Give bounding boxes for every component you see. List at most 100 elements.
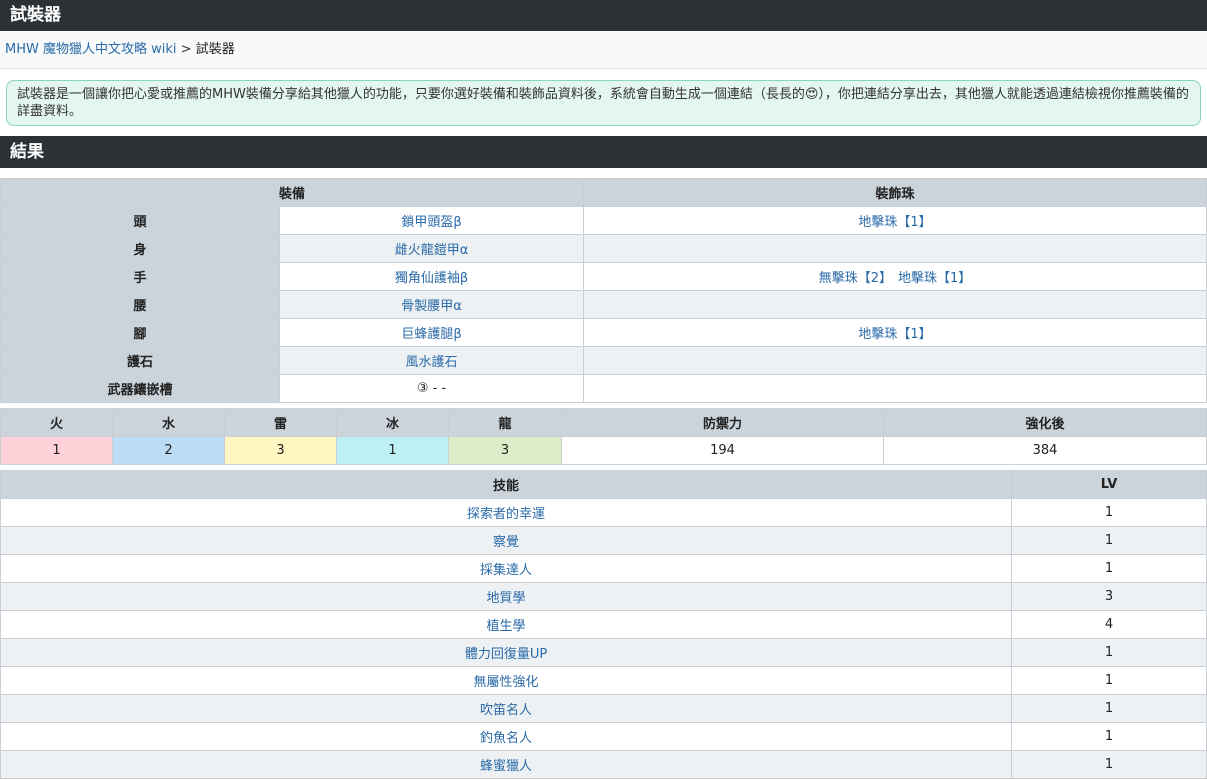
skill-row: 蜂蜜獵人 1 [0, 750, 1207, 779]
resistance-header: 水 [112, 408, 225, 437]
equipment-item-cell: 風水護石 [278, 346, 585, 375]
section-title-results: 結果 [0, 136, 1207, 168]
skill-name-cell: 釣魚名人 [0, 722, 1012, 751]
decoration-cell [583, 374, 1207, 403]
equipment-row: 身 雌火龍鎧甲α [0, 234, 1207, 263]
page-title: 試裝器 [0, 0, 1207, 31]
skill-level: 1 [1011, 554, 1207, 583]
skill-row: 地質學 3 [0, 582, 1207, 611]
skill-row: 吹笛名人 1 [0, 694, 1207, 723]
skill-row: 體力回復量UP 1 [0, 638, 1207, 667]
equipment-table: 裝備 裝飾珠 頭鎖甲頭盔β 地擊珠【1】身雌火龍鎧甲α 手獨角仙護袖β 無擊珠【2】地… [0, 178, 1207, 403]
breadcrumb-home-link[interactable]: MHW 魔物獵人中文攻略 wiki [5, 42, 177, 57]
skill-level: 3 [1011, 582, 1207, 611]
equipment-slot-label: 頭 [0, 206, 280, 235]
skill-level: 1 [1011, 750, 1207, 779]
resistance-value: 194 [561, 436, 884, 465]
skill-name-cell: 探索者的幸運 [0, 498, 1012, 527]
breadcrumb-separator: > [180, 42, 192, 57]
equipment-item-cell: 獨角仙護袖β [278, 262, 585, 291]
decoration-cell [583, 346, 1207, 375]
equipment-row: 腳 巨蜂護腿β 地擊珠【1】 [0, 318, 1207, 347]
equipment-row: 腰 骨製腰甲α [0, 290, 1207, 319]
equipment-item-link[interactable]: 風水護石 [406, 355, 458, 370]
decoration-cell [583, 290, 1207, 319]
equipment-slot-label: 手 [0, 262, 280, 291]
decoration-cell: 地擊珠【1】 [583, 206, 1207, 235]
equipment-slot-label: 護石 [0, 346, 280, 375]
skill-link[interactable]: 地質學 [486, 591, 525, 606]
equipment-item-cell: 鎖甲頭盔β [278, 206, 585, 235]
skill-link[interactable]: 無屬性強化 [473, 675, 538, 690]
skill-level: 1 [1011, 666, 1207, 695]
skill-link[interactable]: 採集達人 [480, 563, 532, 578]
resistance-header: 冰 [336, 408, 449, 437]
resistance-header: 火 [0, 408, 113, 437]
equipment-item-link[interactable]: 雌火龍鎧甲α [395, 243, 469, 258]
resistance-table: 火水雷冰龍防禦力 強化後 1 2 3 1 3 194 384 [0, 408, 1207, 465]
breadcrumb-current: 試裝器 [195, 42, 235, 57]
equipment-slot-label: 武器鑲嵌槽 [0, 374, 280, 403]
equipment-header: 裝備 [0, 178, 585, 207]
skill-name-cell: 採集達人 [0, 554, 1012, 583]
skill-link[interactable]: 蜂蜜獵人 [480, 759, 532, 774]
skill-row: 無屬性強化 1 [0, 666, 1207, 695]
skill-level: 1 [1011, 638, 1207, 667]
skill-row: 釣魚名人 1 [0, 722, 1207, 751]
equipment-item-link[interactable]: 鎖甲頭盔β [401, 215, 461, 230]
equipment-item-link[interactable]: 獨角仙護袖β [395, 271, 468, 286]
decoration-link[interactable]: 地擊珠【1】 [898, 271, 971, 286]
decoration-cell [583, 234, 1207, 263]
equipment-item-link[interactable]: 巨蜂護腿β [401, 327, 461, 342]
skill-link[interactable]: 吹笛名人 [480, 703, 532, 718]
skill-link[interactable]: 植生學 [486, 619, 525, 634]
skill-name-cell: 吹笛名人 [0, 694, 1012, 723]
decoration-link[interactable]: 地擊珠【1】 [858, 327, 931, 342]
decoration-link[interactable]: 地擊珠【1】 [858, 215, 931, 230]
skill-level: 1 [1011, 498, 1207, 527]
equipment-slot-label: 腰 [0, 290, 280, 319]
skill-name-cell: 蜂蜜獵人 [0, 750, 1012, 779]
resistance-header: 龍 [448, 408, 562, 437]
equipment-slot-label: 腳 [0, 318, 280, 347]
skill-row: 察覺 1 [0, 526, 1207, 555]
resistance-value: 384 [883, 436, 1207, 465]
equipment-slot-label: 身 [0, 234, 280, 263]
skill-name-cell: 地質學 [0, 582, 1012, 611]
decoration-cell: 無擊珠【2】 地擊珠【1】 [583, 262, 1207, 291]
skill-level: 1 [1011, 694, 1207, 723]
equipment-item-cell: ③ - - [278, 374, 585, 403]
equipment-row: 頭 鎖甲頭盔β 地擊珠【1】 [0, 206, 1207, 235]
decoration-header: 裝飾珠 [583, 178, 1207, 207]
equipment-item-cell: 雌火龍鎧甲α [278, 234, 585, 263]
skill-name-cell: 察覺 [0, 526, 1012, 555]
weapon-slot-value: ③ - - [416, 381, 447, 396]
skill-name-cell: 植生學 [0, 610, 1012, 639]
decoration-link[interactable]: 無擊珠【2】 [819, 271, 892, 286]
equipment-row: 手 獨角仙護袖β 無擊珠【2】 地擊珠【1】 [0, 262, 1207, 291]
skill-table: 技能 LV 探索者的幸運 1 察覺 1 採集達人 1 地質學 3 植生學 4 體力回復量UP 1 無屬性… [0, 470, 1207, 779]
skill-name-cell: 體力回復量UP [0, 638, 1012, 667]
decoration-cell: 地擊珠【1】 [583, 318, 1207, 347]
skill-level: 1 [1011, 722, 1207, 751]
resistance-value: 2 [112, 436, 225, 465]
equipment-item-link[interactable]: 骨製腰甲α [401, 299, 462, 314]
resistance-header: 雷 [224, 408, 337, 437]
skill-level: 4 [1011, 610, 1207, 639]
resistance-value: 1 [0, 436, 113, 465]
skill-link[interactable]: 體力回復量UP [465, 647, 547, 662]
equipment-item-cell: 骨製腰甲α [278, 290, 585, 319]
skill-link[interactable]: 探索者的幸運 [467, 507, 545, 522]
resistance-header: 強化後 [883, 408, 1207, 437]
resistance-value: 3 [224, 436, 337, 465]
skill-link[interactable]: 察覺 [493, 535, 519, 550]
skill-link[interactable]: 釣魚名人 [480, 731, 532, 746]
skill-row: 植生學 4 [0, 610, 1207, 639]
resistance-value: 1 [336, 436, 449, 465]
equipment-row: 護石 風水護石 [0, 346, 1207, 375]
skill-name-cell: 無屬性強化 [0, 666, 1012, 695]
equipment-row: 武器鑲嵌槽 ③ - - [0, 374, 1207, 403]
skill-level: 1 [1011, 526, 1207, 555]
skill-level-header: LV [1011, 470, 1207, 499]
intro-notice: 試裝器是一個讓你把心愛或推薦的MHW裝備分享給其他獵人的功能，只要你選好裝備和裝… [6, 80, 1201, 126]
